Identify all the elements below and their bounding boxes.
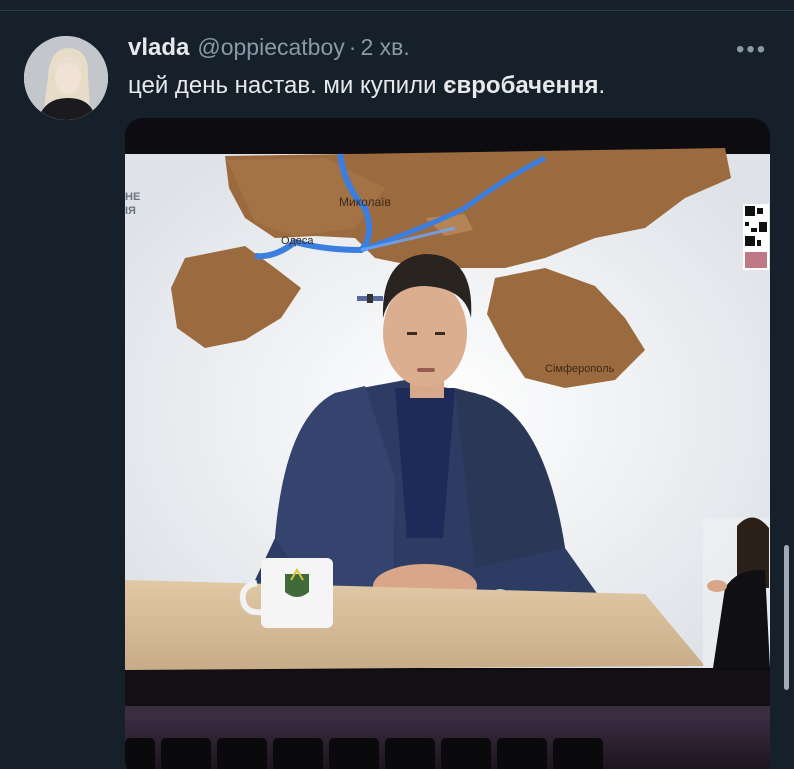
map-label-odesa: Одеса bbox=[281, 235, 314, 247]
map-label-mykolaiv: Миколаїв bbox=[339, 195, 391, 209]
more-options-icon[interactable]: ••• bbox=[736, 36, 767, 64]
tweet-media-image[interactable]: Миколаїв Одеса Сімферополь НЕ ІЯ bbox=[125, 118, 770, 769]
sign-language-interpreter bbox=[703, 517, 770, 668]
desk bbox=[125, 580, 705, 670]
top-divider bbox=[0, 10, 794, 11]
tweet-text-bold: євробачення bbox=[443, 72, 599, 99]
tweet-text: цей день настав. ми купили євробачення. bbox=[128, 72, 605, 100]
author-avatar[interactable] bbox=[24, 36, 108, 120]
map-label-simferopol: Сімферополь bbox=[545, 363, 615, 375]
author-handle[interactable]: @oppiecatboy bbox=[197, 34, 344, 61]
author-name[interactable]: vlada bbox=[128, 34, 189, 62]
tweet-text-end: . bbox=[598, 72, 606, 99]
scrollbar[interactable] bbox=[784, 545, 789, 690]
avatar-photo bbox=[24, 36, 108, 120]
mug-emblem bbox=[285, 574, 309, 597]
media-photo: Миколаїв Одеса Сімферополь НЕ ІЯ bbox=[125, 118, 770, 769]
corner-text-2: ІЯ bbox=[125, 205, 136, 217]
keyboard-key-icons bbox=[125, 738, 603, 769]
tweet-timestamp[interactable]: 2 хв. bbox=[360, 34, 409, 61]
qr-code-icon bbox=[743, 204, 769, 270]
corner-text-1: НЕ bbox=[125, 191, 140, 203]
tweet-text-plain: цей день настав. ми купили bbox=[128, 72, 444, 99]
header-separator: · bbox=[348, 34, 357, 60]
tweet-header: vlada @oppiecatboy · 2 хв. bbox=[128, 34, 410, 64]
